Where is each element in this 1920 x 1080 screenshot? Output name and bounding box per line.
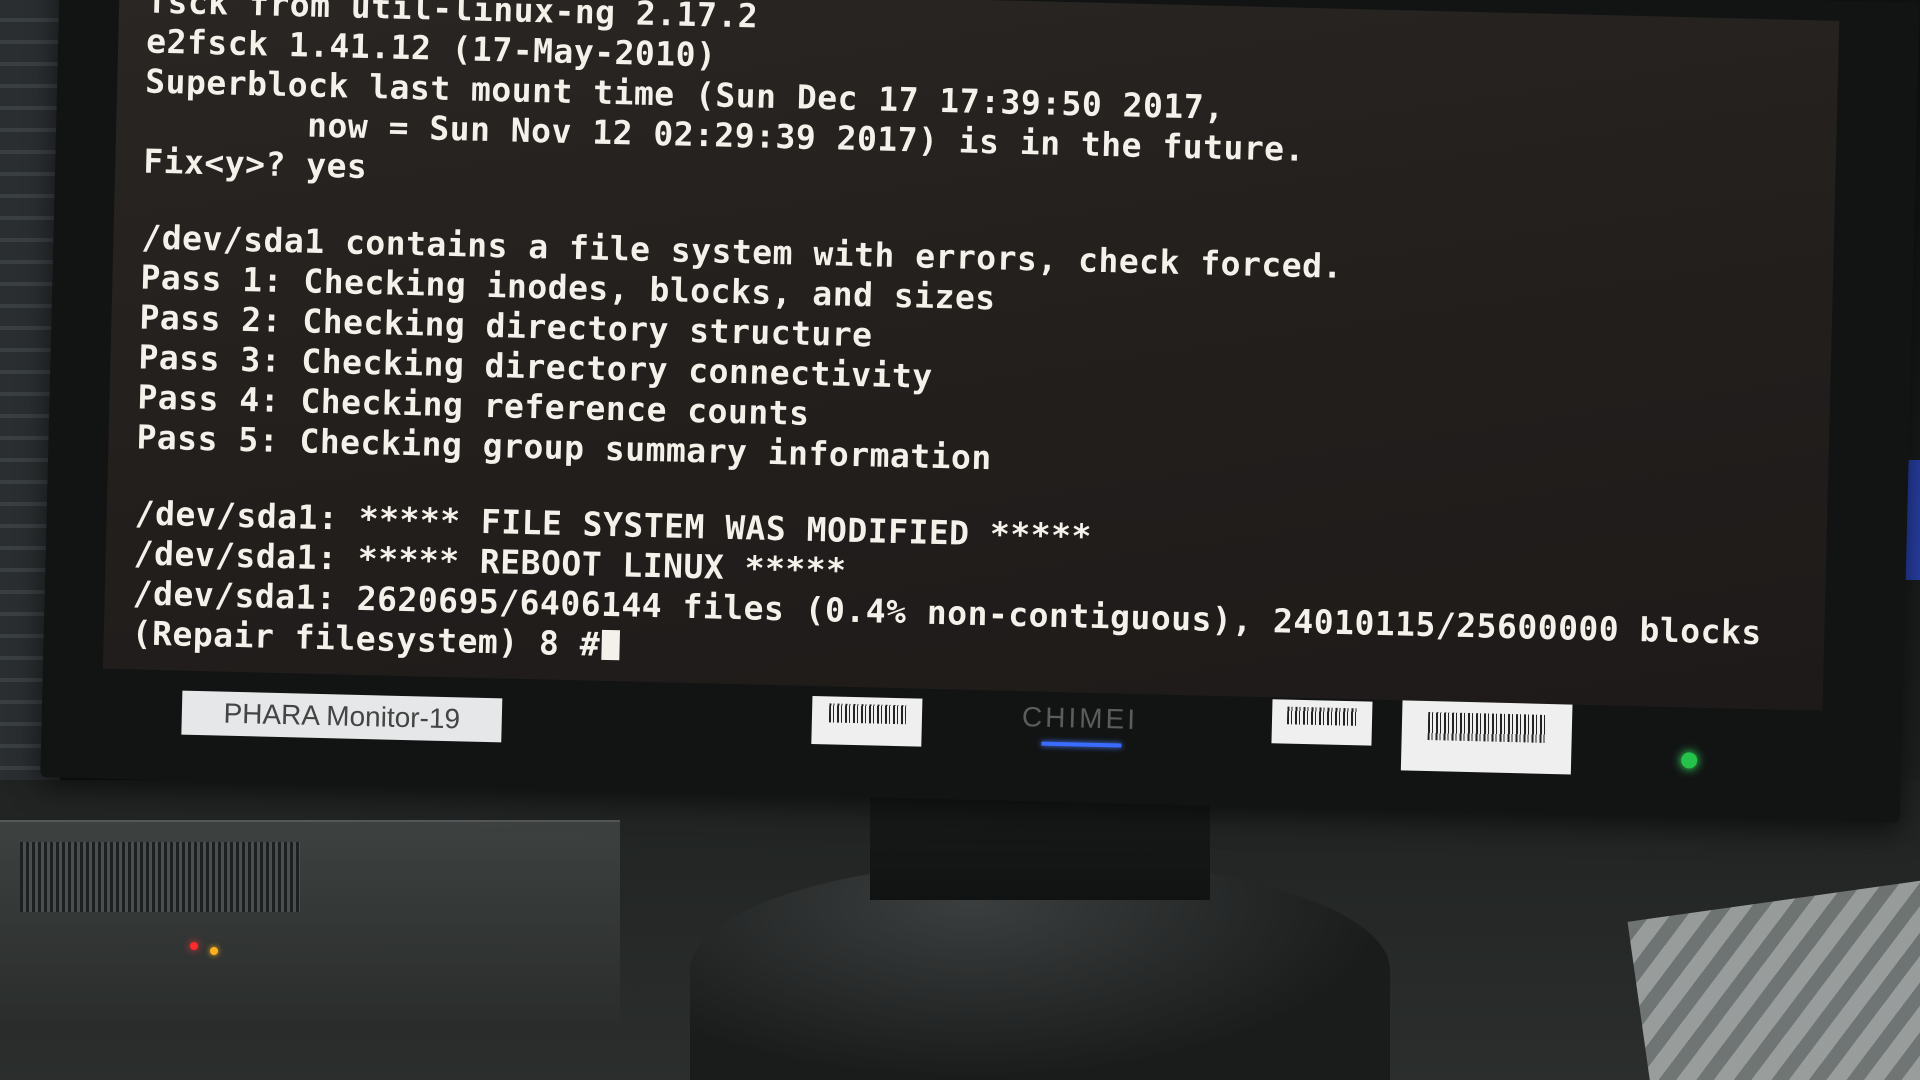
monitor: fsck from util-linux-ng 2.17.2 e2fsck 1.… [40, 0, 1920, 823]
barcode-sticker [1271, 699, 1373, 746]
terminal-console[interactable]: fsck from util-linux-ng 2.17.2 e2fsck 1.… [131, 0, 1776, 693]
power-led[interactable] [1680, 752, 1698, 769]
monitor-asset-label: PHARA Monitor-19 [181, 690, 503, 743]
server-unit [0, 820, 620, 1022]
photo-scene: fsck from util-linux-ng 2.17.2 e2fsck 1.… [0, 0, 1920, 1080]
monitor-screen[interactable]: fsck from util-linux-ng 2.17.2 e2fsck 1.… [102, 0, 1840, 711]
barcode-sticker [811, 695, 923, 747]
server-status-led [190, 942, 198, 950]
monitor-brand-logo: CHIMEI [1021, 701, 1139, 735]
terminal-cursor [601, 629, 621, 661]
monitor-indicator-strip [1041, 741, 1122, 748]
server-status-led [210, 947, 218, 955]
barcode-sticker [1400, 700, 1573, 775]
server-grille [20, 842, 300, 912]
